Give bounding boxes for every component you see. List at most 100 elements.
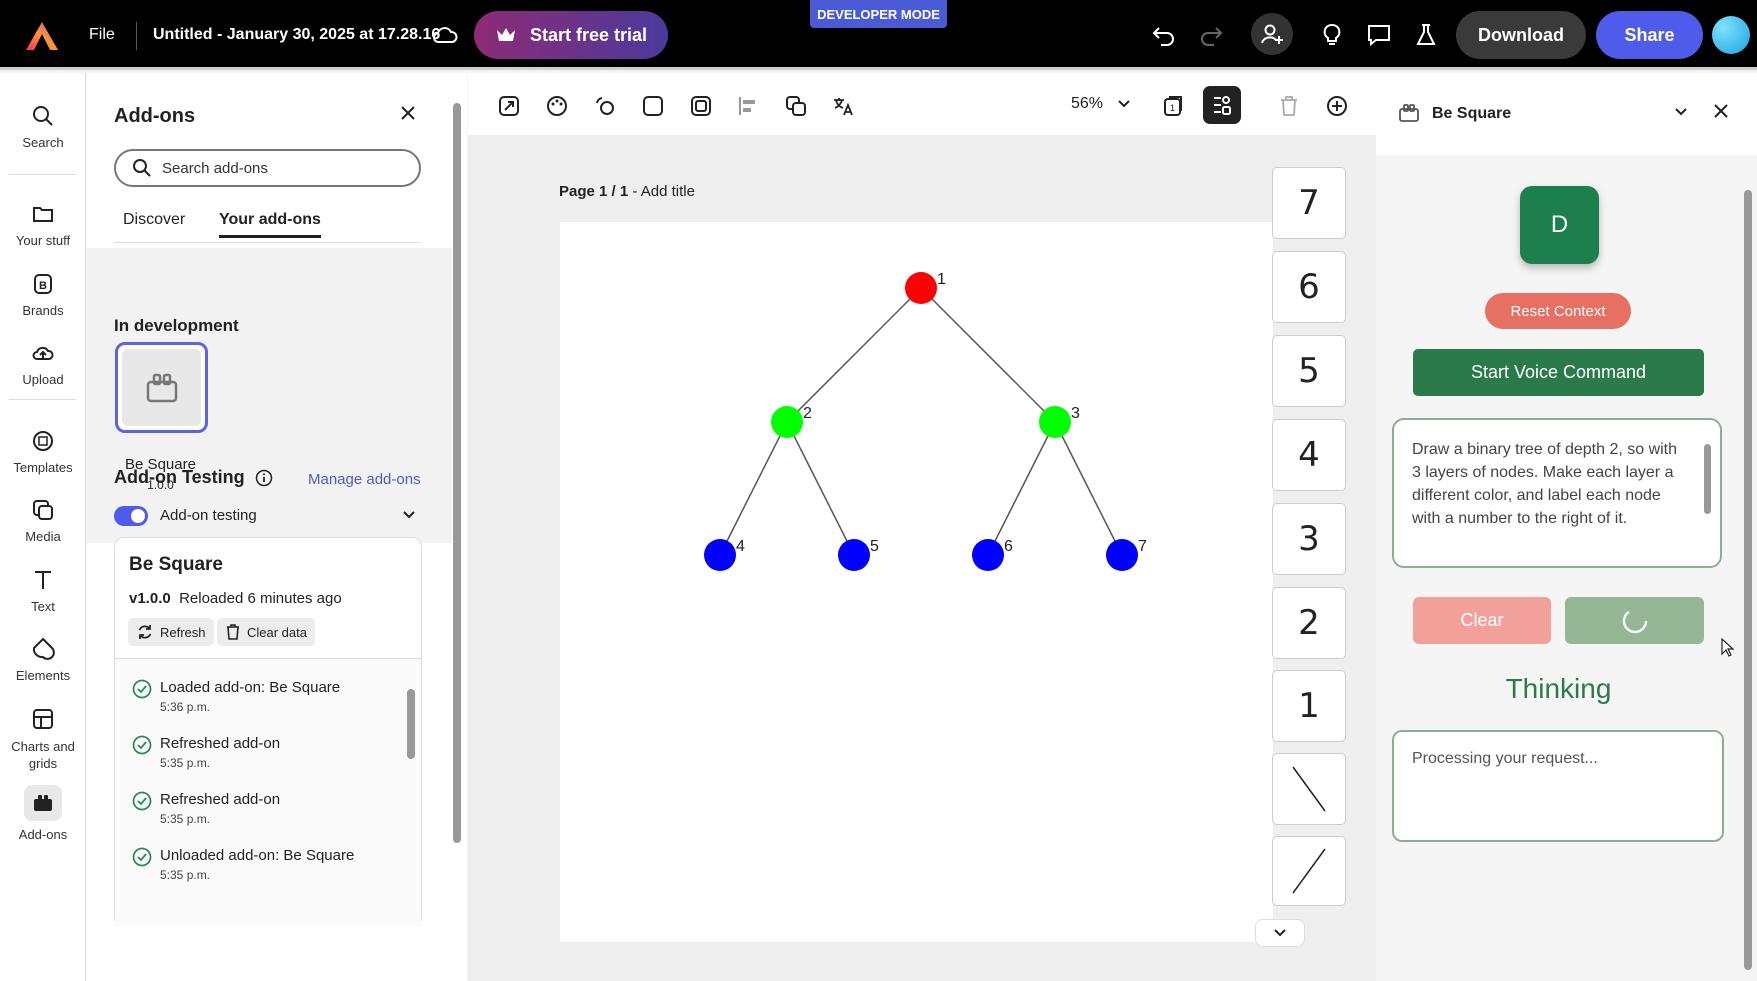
- shape-icon[interactable]: [640, 93, 666, 119]
- cloud-sync-icon[interactable]: [432, 24, 458, 46]
- log-item: Refreshed add-on 5:35 p.m.: [132, 735, 280, 770]
- rail-item-addons[interactable]: Add-ons: [0, 785, 86, 842]
- card-reloaded: Reloaded 6 minutes ago: [179, 590, 342, 607]
- log-time: 5:35 p.m.: [160, 812, 211, 826]
- profile-avatar[interactable]: [1712, 16, 1750, 54]
- tree-edge: [719, 421, 788, 556]
- panel-scrollbar[interactable]: [1744, 190, 1752, 970]
- log-text: Refreshed add-on: [160, 791, 281, 808]
- close-icon[interactable]: [399, 104, 417, 122]
- zoom-selector[interactable]: 56%: [1071, 95, 1131, 113]
- check-circle-icon: [132, 679, 152, 714]
- prompt-textarea[interactable]: Draw a binary tree of depth 2, so with 3…: [1392, 418, 1722, 568]
- flask-icon[interactable]: [1411, 20, 1441, 50]
- thumbnail[interactable]: 7: [1272, 167, 1346, 239]
- trial-label: Start free trial: [530, 24, 648, 45]
- clear-data-button[interactable]: Clear data: [217, 618, 315, 646]
- log-scrollbar[interactable]: [407, 689, 415, 759]
- rail-label: Add-ons: [18, 827, 68, 842]
- thumbnail[interactable]: 1: [1272, 670, 1346, 742]
- invite-user-button[interactable]: [1251, 13, 1293, 55]
- thumbnail-line-down[interactable]: [1272, 753, 1346, 825]
- rail-item-text[interactable]: Text: [0, 567, 86, 614]
- log-time: 5:35 p.m.: [160, 868, 211, 882]
- folder-icon: [30, 201, 56, 227]
- node-label: 4: [736, 538, 745, 555]
- panel-title: Add-ons: [114, 105, 196, 127]
- rail-item-media[interactable]: Media: [0, 497, 86, 544]
- animate-icon[interactable]: [592, 93, 618, 119]
- palette-icon[interactable]: [544, 93, 570, 119]
- addons-panel: Add-ons Search add-ons Discover Your add…: [87, 73, 467, 981]
- thumbnail[interactable]: 3: [1272, 503, 1346, 575]
- tree-node: [771, 406, 803, 438]
- activity-log[interactable]: Loaded add-on: Be Square 5:36 p.m. Refres…: [115, 658, 421, 927]
- share-button[interactable]: Share: [1596, 11, 1703, 59]
- info-icon[interactable]: [255, 469, 273, 487]
- textarea-scrollbar[interactable]: [1704, 444, 1711, 514]
- tab-discover[interactable]: Discover: [123, 211, 185, 229]
- rail-item-your-stuff[interactable]: Your stuff: [0, 201, 86, 248]
- addon-testing-toggle[interactable]: [114, 506, 148, 526]
- close-icon[interactable]: [1712, 102, 1730, 120]
- tree-node: [972, 539, 1004, 571]
- align-icon[interactable]: [735, 93, 761, 119]
- refresh-button[interactable]: Refresh: [128, 618, 214, 646]
- add-page-icon[interactable]: [1324, 93, 1350, 119]
- rail-item-elements[interactable]: Elements: [0, 636, 86, 683]
- submit-button[interactable]: [1565, 597, 1704, 644]
- page-label: Page 1 / 1 - Add title: [559, 183, 695, 200]
- rail-item-search[interactable]: Search: [0, 103, 86, 150]
- panel-scrollbar[interactable]: [453, 103, 461, 843]
- download-button[interactable]: Download: [1456, 11, 1586, 59]
- start-free-trial-button[interactable]: Start free trial: [474, 11, 668, 59]
- search-input[interactable]: Search add-ons: [114, 149, 421, 187]
- adobe-express-logo-icon[interactable]: [26, 22, 58, 50]
- tab-your-addons[interactable]: Your add-ons: [219, 211, 321, 238]
- redo-icon[interactable]: [1196, 20, 1226, 50]
- elements-icon: [30, 636, 56, 662]
- rail-item-charts-and-grids[interactable]: Charts and grids: [0, 706, 86, 772]
- log-text: Unloaded add-on: Be Square: [160, 847, 355, 864]
- translate-icon[interactable]: [830, 93, 856, 119]
- response-textarea[interactable]: Processing your request...: [1392, 730, 1724, 842]
- loading-spinner-icon: [1622, 608, 1647, 633]
- document-title[interactable]: Untitled - January 30, 2025 at 17.28.16: [153, 26, 440, 44]
- grid-view-button[interactable]: [1203, 86, 1241, 124]
- file-menu[interactable]: File: [89, 26, 115, 44]
- show-more-button[interactable]: [1255, 919, 1305, 947]
- lightbulb-icon[interactable]: [1317, 20, 1347, 50]
- rail-item-upload[interactable]: Upload: [0, 340, 86, 387]
- search-placeholder: Search add-ons: [162, 159, 268, 177]
- addon-tile-be-square[interactable]: [115, 342, 208, 433]
- left-rail: Search Your stuff B Brands Upload Templa…: [0, 73, 86, 981]
- undo-icon[interactable]: [1149, 20, 1179, 50]
- add-title-link[interactable]: Add title: [641, 183, 695, 200]
- divider: [9, 399, 76, 400]
- comment-icon[interactable]: [1364, 20, 1394, 50]
- thumbnail[interactable]: 4: [1272, 419, 1346, 491]
- thumbnail[interactable]: 5: [1272, 335, 1346, 407]
- rail-item-templates[interactable]: Templates: [0, 428, 86, 475]
- delete-icon[interactable]: [1276, 93, 1302, 119]
- tree-edge: [920, 287, 1056, 423]
- chevron-down-icon[interactable]: [402, 510, 416, 520]
- chevron-down-icon[interactable]: [1674, 107, 1688, 117]
- thumbnail-line-up[interactable]: [1272, 836, 1346, 906]
- reset-context-button[interactable]: Reset Context: [1485, 293, 1631, 329]
- developer-mode-badge: DEVELOPER MODE: [810, 0, 947, 28]
- addons-icon: [24, 785, 62, 821]
- thumbnail[interactable]: 6: [1272, 251, 1346, 323]
- clear-button[interactable]: Clear: [1413, 597, 1551, 644]
- thumbnail[interactable]: 2: [1272, 587, 1346, 659]
- start-voice-command-button[interactable]: Start Voice Command: [1413, 349, 1704, 396]
- addon-panel-title: Be Square: [1432, 105, 1512, 122]
- manage-addons-link[interactable]: Manage add-ons: [308, 471, 421, 488]
- rail-item-brands[interactable]: B Brands: [0, 271, 86, 318]
- resize-icon[interactable]: [496, 93, 522, 119]
- frame-icon[interactable]: [688, 93, 714, 119]
- templates-icon: [30, 428, 56, 454]
- design-page[interactable]: 1 2 3 4 5 6 7: [560, 222, 1273, 942]
- layers-icon[interactable]: [783, 93, 809, 119]
- page-count-icon[interactable]: 1: [1160, 93, 1186, 119]
